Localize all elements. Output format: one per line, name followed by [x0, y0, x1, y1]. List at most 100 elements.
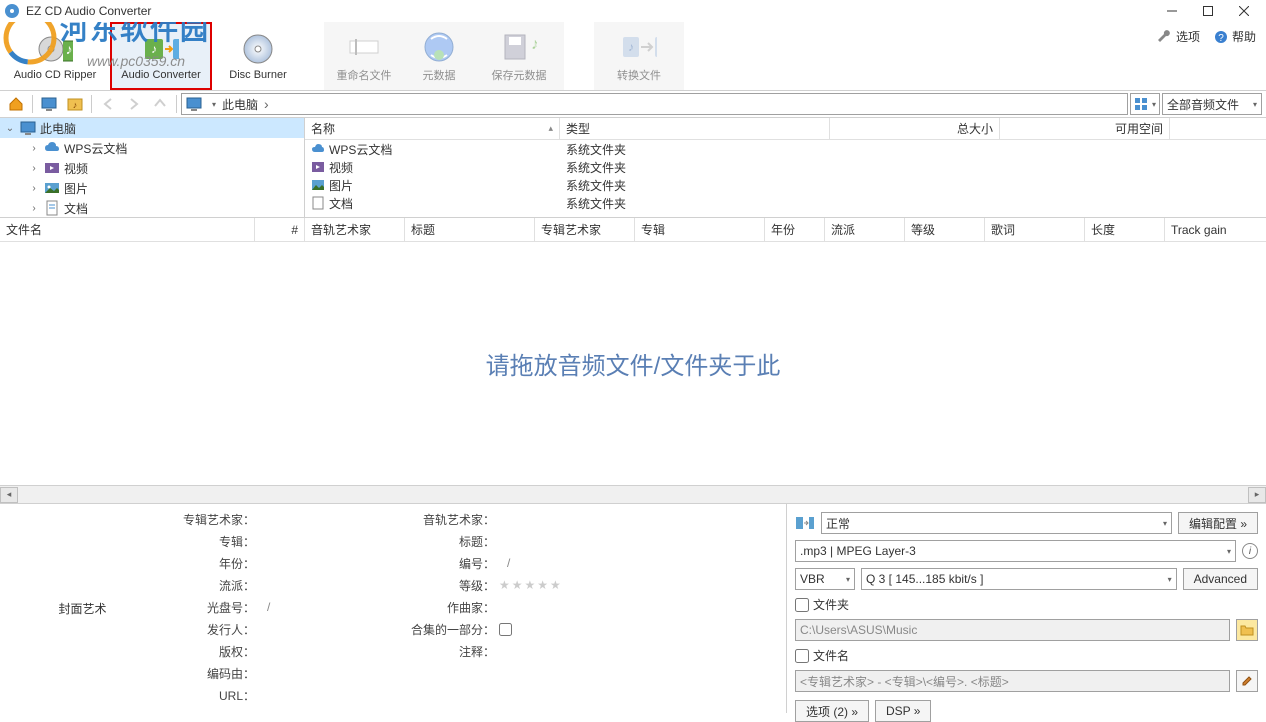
document-icon: [311, 196, 325, 210]
profile-select[interactable]: 正常▾: [821, 512, 1172, 534]
th-title[interactable]: 标题: [405, 218, 535, 241]
th-rating[interactable]: 等级: [905, 218, 985, 241]
convert-icon: ♪♪: [621, 29, 657, 65]
scroll-left-button[interactable]: ◂: [0, 487, 18, 503]
dsp-button[interactable]: DSP »: [875, 700, 931, 722]
maximize-button[interactable]: [1190, 0, 1226, 22]
collapse-icon[interactable]: ⌄: [4, 123, 16, 134]
title-bar: EZ CD Audio Converter: [0, 0, 1266, 22]
th-album[interactable]: 专辑: [635, 218, 765, 241]
wrench-icon: [1158, 30, 1172, 44]
format-select[interactable]: .mp3 | MPEG Layer-3▾: [795, 540, 1236, 562]
edit-profile-button[interactable]: 编辑配置 »: [1178, 512, 1258, 534]
th-track-gain[interactable]: Track gain: [1165, 218, 1266, 241]
chevron-down-icon[interactable]: ▾: [212, 100, 216, 109]
view-mode-dropdown[interactable]: ▾: [1130, 93, 1160, 115]
quality-select[interactable]: Q 3 [ 145...185 kbit/s ]▾: [861, 568, 1177, 590]
save-metadata-icon: ♪: [501, 29, 537, 65]
edit-pattern-button[interactable]: [1236, 670, 1258, 692]
picture-icon: [311, 178, 325, 192]
minimize-button[interactable]: [1154, 0, 1190, 22]
col-size[interactable]: 总大小: [830, 118, 1000, 139]
folder-tree[interactable]: ⌄ 此电脑 ›WPS云文档 ›视频 ›图片 ›文档: [0, 118, 305, 217]
th-length[interactable]: 长度: [1085, 218, 1165, 241]
file-filter-dropdown[interactable]: 全部音频文件▾: [1162, 93, 1262, 115]
expand-icon[interactable]: ›: [28, 163, 40, 174]
drop-zone[interactable]: 请拖放音频文件/文件夹于此: [0, 242, 1266, 485]
svg-text:♪: ♪: [628, 40, 634, 54]
th-year[interactable]: 年份: [765, 218, 825, 241]
cloud-icon: [311, 142, 325, 156]
col-name[interactable]: 名称▴: [305, 118, 560, 139]
tree-root-computer[interactable]: ⌄ 此电脑: [0, 118, 304, 138]
file-list: 名称▴ 类型 总大小 可用空间 WPS云文档系统文件夹 视频系统文件夹 图片系统…: [305, 118, 1266, 217]
close-button[interactable]: [1226, 0, 1262, 22]
th-track-artist[interactable]: 音轨艺术家: [305, 218, 405, 241]
expand-icon[interactable]: ›: [28, 183, 40, 194]
document-icon: [44, 200, 60, 216]
app-icon: [4, 3, 20, 19]
rating-stars[interactable]: ★★★★★: [499, 578, 563, 592]
help-icon: ?: [1214, 30, 1228, 44]
album-metadata: 专辑艺术家： 专辑： 年份： 流派： 光盘号：/ 发行人： 版权： 编码由： U…: [165, 504, 375, 713]
nav-forward-button: [122, 92, 146, 116]
col-free[interactable]: 可用空间: [1000, 118, 1170, 139]
monitor-icon: [41, 96, 57, 112]
file-row[interactable]: WPS云文档系统文件夹: [305, 140, 1266, 158]
expand-icon[interactable]: ›: [28, 203, 40, 214]
svg-text:♪: ♪: [178, 42, 179, 56]
disc-burner-button[interactable]: Disc Burner: [212, 22, 304, 90]
svg-text:♪: ♪: [531, 36, 537, 53]
tree-item-documents[interactable]: ›文档: [0, 198, 304, 217]
help-link[interactable]: ?帮助: [1214, 28, 1256, 45]
output-filename-pattern[interactable]: [795, 670, 1230, 692]
th-album-artist[interactable]: 专辑艺术家: [535, 218, 635, 241]
save-metadata-button: ♪ 保存元数据: [474, 22, 564, 90]
file-row[interactable]: 图片系统文件夹: [305, 176, 1266, 194]
file-row[interactable]: 文档系统文件夹: [305, 194, 1266, 212]
breadcrumb-root[interactable]: 此电脑: [222, 96, 271, 113]
navigation-bar: ♪ ▾ 此电脑 ▾ 全部音频文件▾: [0, 90, 1266, 118]
nav-music-button[interactable]: ♪: [63, 92, 87, 116]
file-list-header: 名称▴ 类型 总大小 可用空间: [305, 118, 1266, 140]
metadata-button[interactable]: 元数据: [404, 22, 474, 90]
scroll-track[interactable]: [18, 487, 1248, 503]
th-num[interactable]: #: [255, 218, 305, 241]
browse-folder-button[interactable]: [1236, 619, 1258, 641]
tree-item-wps[interactable]: ›WPS云文档: [0, 138, 304, 158]
file-row[interactable]: 视频系统文件夹: [305, 158, 1266, 176]
file-browser-pane: ⌄ 此电脑 ›WPS云文档 ›视频 ›图片 ›文档 名称▴ 类型 总大小 可用空…: [0, 118, 1266, 218]
horizontal-scrollbar[interactable]: ◂ ▸: [0, 485, 1266, 503]
output-folder-checkbox[interactable]: [795, 598, 809, 612]
address-bar[interactable]: ▾ 此电脑: [181, 93, 1128, 115]
advanced-button[interactable]: Advanced: [1183, 568, 1258, 590]
nav-home-button[interactable]: [4, 92, 28, 116]
output-folder-path[interactable]: [795, 619, 1230, 641]
cloud-icon: [44, 140, 60, 156]
nav-computer-button[interactable]: [37, 92, 61, 116]
th-lyrics[interactable]: 歌词: [985, 218, 1085, 241]
th-filename[interactable]: 文件名: [0, 218, 255, 241]
audio-converter-icon: ♪♪: [143, 31, 179, 67]
col-type[interactable]: 类型: [560, 118, 830, 139]
tree-item-pictures[interactable]: ›图片: [0, 178, 304, 198]
mode-select[interactable]: VBR▾: [795, 568, 855, 590]
home-icon: [8, 96, 24, 112]
options-link[interactable]: 选项: [1158, 28, 1200, 45]
th-genre[interactable]: 流派: [825, 218, 905, 241]
output-options-button[interactable]: 选项 (2) »: [795, 700, 869, 722]
format-info-button[interactable]: i: [1242, 543, 1258, 559]
convert-files-button: ♪♪ 转换文件: [594, 22, 684, 90]
compilation-checkbox[interactable]: [499, 623, 512, 636]
output-filename-checkbox[interactable]: [795, 649, 809, 663]
scroll-right-button[interactable]: ▸: [1248, 487, 1266, 503]
expand-icon[interactable]: ›: [28, 143, 40, 154]
audio-converter-button[interactable]: ♪♪ Audio Converter: [110, 22, 212, 90]
nav-up-button: [148, 92, 172, 116]
tree-item-video[interactable]: ›视频: [0, 158, 304, 178]
back-arrow-icon: [101, 97, 115, 111]
forward-arrow-icon: [127, 97, 141, 111]
audio-cd-ripper-button[interactable]: ♪ Audio CD Ripper: [0, 22, 110, 90]
drop-hint-text: 请拖放音频文件/文件夹于此: [486, 346, 781, 381]
cover-art-panel[interactable]: 封面艺术: [0, 504, 165, 713]
